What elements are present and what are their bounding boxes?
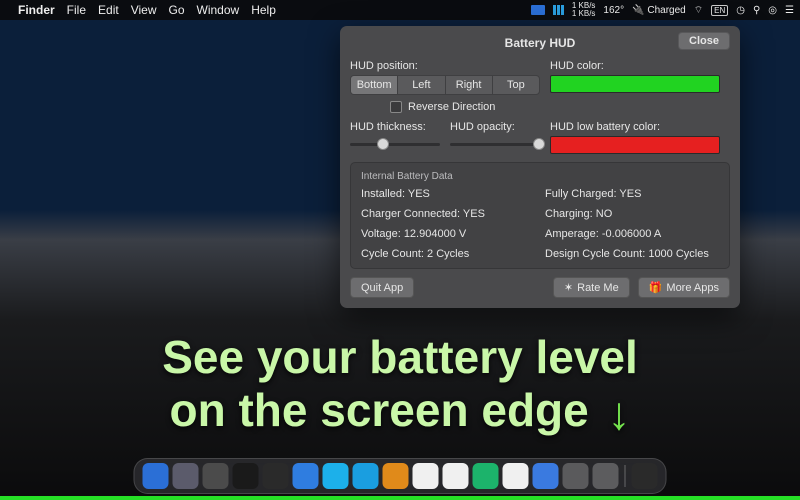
dock-app-icon[interactable] — [632, 463, 658, 489]
hud-thickness-label: HUD thickness: — [350, 121, 440, 133]
battery-fully-charged: Fully Charged: YES — [545, 188, 719, 200]
dock-app-icon[interactable] — [203, 463, 229, 489]
dock-app-icon[interactable] — [143, 463, 169, 489]
battery-status[interactable]: 🔌 Charged — [632, 5, 686, 16]
battery-voltage: Voltage: 12.904000 V — [361, 228, 535, 240]
reverse-direction-checkbox[interactable] — [390, 101, 402, 113]
dock-app-icon[interactable] — [563, 463, 589, 489]
menubar-item[interactable]: Go — [169, 3, 185, 17]
menubar-item[interactable]: View — [131, 3, 157, 17]
gift-icon: 🎁 — [649, 281, 663, 294]
dock-app-icon[interactable] — [293, 463, 319, 489]
battery-data-panel: Internal Battery Data Installed: YES Ful… — [350, 162, 730, 269]
menubar: Finder File Edit View Go Window Help 1 K… — [0, 0, 800, 20]
rate-me-button[interactable]: ✶ Rate Me — [553, 277, 630, 298]
hud-low-color-swatch[interactable] — [550, 136, 720, 154]
menubar-app[interactable]: Finder — [18, 3, 55, 17]
siri-icon[interactable]: ◎ — [768, 5, 777, 16]
hud-opacity-slider[interactable] — [450, 136, 540, 152]
quit-app-button[interactable]: Quit App — [350, 277, 414, 298]
promo-text: See your battery level on the screen edg… — [0, 331, 800, 440]
battery-design-cycles: Design Cycle Count: 1000 Cycles — [545, 248, 719, 260]
position-left[interactable]: Left — [398, 76, 445, 94]
wifi-icon[interactable]: ⌔ — [694, 4, 703, 17]
battery-hud-bar — [0, 496, 800, 500]
window-titlebar[interactable]: Battery HUD Close — [350, 32, 730, 54]
hud-color-swatch[interactable] — [550, 75, 720, 93]
more-apps-label: More Apps — [666, 282, 719, 294]
dock-app-icon[interactable] — [503, 463, 529, 489]
battery-hud-window: Battery HUD Close HUD position: Bottom L… — [340, 26, 740, 308]
rate-me-label: Rate Me — [577, 282, 619, 294]
spotlight-icon[interactable]: ⚲ — [753, 5, 760, 16]
dock-app-icon[interactable] — [263, 463, 289, 489]
dock-app-icon[interactable] — [443, 463, 469, 489]
dock-app-icon[interactable] — [323, 463, 349, 489]
menubar-right: 1 KB/s 1 KB/s 162° 🔌 Charged ⌔ EN ◷ ⚲ ◎ … — [531, 2, 794, 18]
keyboard-icon[interactable]: EN — [711, 5, 728, 16]
dock-app-icon[interactable] — [473, 463, 499, 489]
position-right[interactable]: Right — [446, 76, 493, 94]
dock-app-icon[interactable] — [593, 463, 619, 489]
battery-cycles: Cycle Count: 2 Cycles — [361, 248, 535, 260]
battery-charger: Charger Connected: YES — [361, 208, 535, 220]
promo-line-2: on the screen edge — [169, 384, 588, 436]
menubar-status-icon[interactable] — [531, 5, 545, 15]
hud-position-label: HUD position: — [350, 60, 540, 72]
menubar-item[interactable]: File — [67, 3, 86, 17]
dock-app-icon[interactable] — [233, 463, 259, 489]
hud-thickness-slider[interactable] — [350, 136, 440, 152]
menubar-item[interactable]: Help — [251, 3, 276, 17]
star-icon: ✶ — [564, 281, 573, 294]
hud-color-label: HUD color: — [550, 60, 730, 72]
net-speed[interactable]: 1 KB/s 1 KB/s — [572, 2, 596, 18]
battery-charging: Charging: NO — [545, 208, 719, 220]
dock-app-icon[interactable] — [173, 463, 199, 489]
arrow-down-icon: ↓ — [608, 387, 631, 440]
reverse-direction-label: Reverse Direction — [408, 101, 495, 113]
dock-app-icon[interactable] — [383, 463, 409, 489]
battery-installed: Installed: YES — [361, 188, 535, 200]
close-button[interactable]: Close — [678, 32, 730, 50]
promo-line-1: See your battery level — [0, 331, 800, 384]
dock — [134, 458, 667, 494]
position-top[interactable]: Top — [493, 76, 539, 94]
more-apps-button[interactable]: 🎁 More Apps — [638, 277, 730, 298]
hud-position-segmented[interactable]: Bottom Left Right Top — [350, 75, 540, 95]
dock-app-icon[interactable] — [353, 463, 379, 489]
battery-amperage: Amperage: -0.006000 A — [545, 228, 719, 240]
cpu-meter-icon[interactable] — [553, 5, 564, 15]
hud-opacity-label: HUD opacity: — [450, 121, 540, 133]
hud-low-color-label: HUD low battery color: — [550, 121, 730, 133]
dock-app-icon[interactable] — [533, 463, 559, 489]
temp-readout[interactable]: 162° — [603, 5, 624, 16]
menubar-item[interactable]: Window — [197, 3, 240, 17]
window-title: Battery HUD — [505, 36, 576, 50]
dock-app-icon[interactable] — [413, 463, 439, 489]
position-bottom[interactable]: Bottom — [351, 76, 398, 94]
notification-center-icon[interactable]: ☰ — [785, 5, 794, 16]
battery-data-title: Internal Battery Data — [361, 171, 719, 182]
clock-icon[interactable]: ◷ — [736, 5, 745, 16]
menubar-left: Finder File Edit View Go Window Help — [6, 3, 276, 17]
menubar-item[interactable]: Edit — [98, 3, 119, 17]
